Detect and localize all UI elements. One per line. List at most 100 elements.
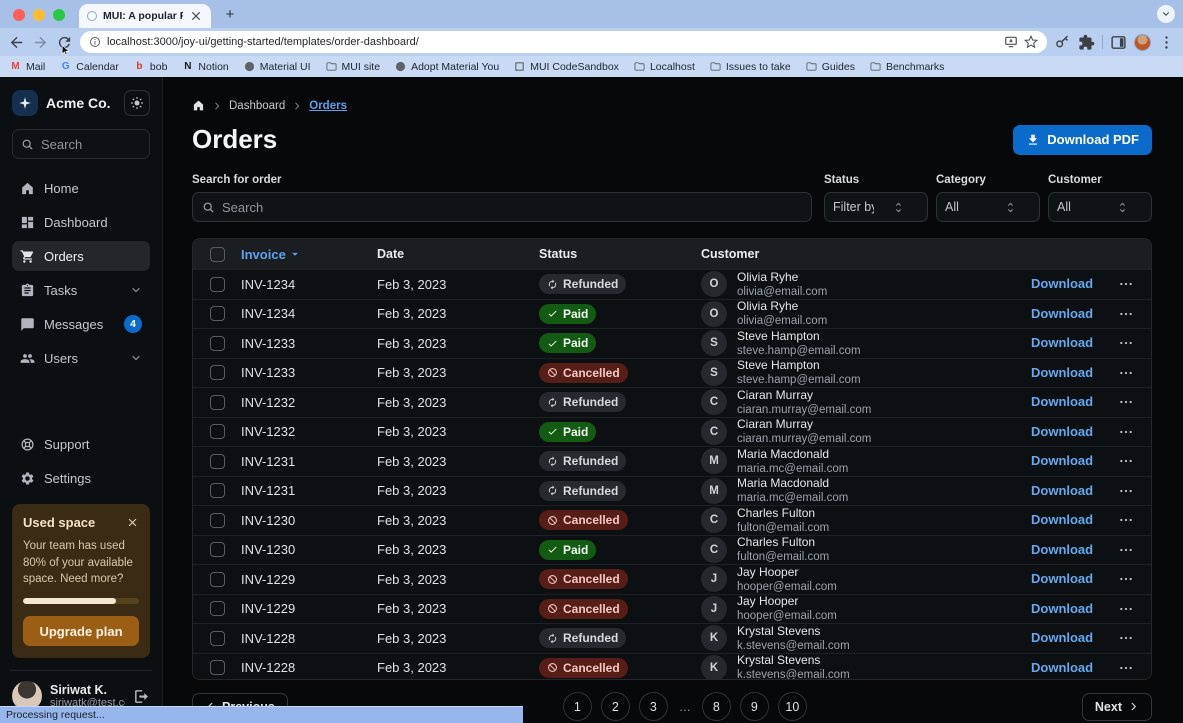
bookmark-item[interactable]: Localhost <box>634 61 695 73</box>
row-checkbox[interactable] <box>210 336 225 351</box>
page-button-1[interactable]: 1 <box>563 692 592 721</box>
tab-close-icon[interactable] <box>189 9 203 23</box>
column-header-invoice[interactable]: Invoice <box>241 247 377 262</box>
row-checkbox[interactable] <box>210 365 225 380</box>
download-link[interactable]: Download <box>1031 512 1093 527</box>
page-button-10[interactable]: 10 <box>778 692 807 721</box>
select-all-checkbox[interactable] <box>210 247 225 262</box>
download-link[interactable]: Download <box>1031 335 1093 350</box>
row-menu-icon[interactable] <box>1115 627 1137 649</box>
row-menu-icon[interactable] <box>1115 421 1137 443</box>
forward-button[interactable] <box>32 34 49 51</box>
logout-icon[interactable] <box>133 688 150 705</box>
maximize-window-button[interactable] <box>53 9 65 21</box>
row-checkbox[interactable] <box>210 395 225 410</box>
bookmark-item[interactable]: MUI site <box>326 61 381 73</box>
sidebar-item-dashboard[interactable]: Dashboard <box>12 207 150 237</box>
download-link[interactable]: Download <box>1031 365 1093 380</box>
row-menu-icon[interactable] <box>1115 598 1137 620</box>
browser-menu-icon[interactable] <box>1158 34 1175 51</box>
row-checkbox[interactable] <box>210 306 225 321</box>
sidebar-item-tasks[interactable]: Tasks <box>12 275 150 305</box>
breadcrumb-dashboard[interactable]: Dashboard <box>229 100 285 112</box>
minimize-window-button[interactable] <box>33 9 45 21</box>
download-link[interactable]: Download <box>1031 306 1093 321</box>
bookmark-item[interactable]: Material UI <box>244 61 311 73</box>
next-page-button[interactable]: Next <box>1082 693 1152 721</box>
row-checkbox[interactable] <box>210 424 225 439</box>
download-link[interactable]: Download <box>1031 483 1093 498</box>
reload-button[interactable] <box>56 34 73 51</box>
browser-profile-avatar[interactable] <box>1134 34 1151 51</box>
bookmark-item[interactable]: Guides <box>806 61 855 73</box>
download-link[interactable]: Download <box>1031 453 1093 468</box>
row-menu-icon[interactable] <box>1115 273 1137 295</box>
sidebar-item-home[interactable]: Home <box>12 173 150 203</box>
row-menu-icon[interactable] <box>1115 568 1137 590</box>
new-tab-button[interactable]: + <box>219 3 241 25</box>
install-app-icon[interactable] <box>1004 35 1018 49</box>
row-checkbox[interactable] <box>210 513 225 528</box>
row-checkbox[interactable] <box>210 660 225 675</box>
row-menu-icon[interactable] <box>1115 509 1137 531</box>
password-manager-icon[interactable] <box>1054 34 1071 51</box>
bookmark-item[interactable]: Adopt Material You <box>395 61 499 73</box>
sidebar-item-users[interactable]: Users <box>12 343 150 373</box>
row-checkbox[interactable] <box>210 631 225 646</box>
row-menu-icon[interactable] <box>1115 303 1137 325</box>
bookmark-star-icon[interactable] <box>1024 35 1038 49</box>
breadcrumb-orders[interactable]: Orders <box>309 100 347 112</box>
bookmark-item[interactable]: GCalendar <box>60 61 119 73</box>
row-checkbox[interactable] <box>210 601 225 616</box>
home-icon[interactable] <box>192 99 205 112</box>
download-link[interactable]: Download <box>1031 542 1093 557</box>
sidebar-item-support[interactable]: Support <box>12 430 150 460</box>
download-link[interactable]: Download <box>1031 394 1093 409</box>
download-link[interactable]: Download <box>1031 571 1093 586</box>
page-button-3[interactable]: 3 <box>639 692 668 721</box>
download-link[interactable]: Download <box>1031 424 1093 439</box>
page-button-9[interactable]: 9 <box>740 692 769 721</box>
sidebar-item-orders[interactable]: Orders <box>12 241 150 271</box>
row-checkbox[interactable] <box>210 454 225 469</box>
extensions-icon[interactable] <box>1078 34 1095 51</box>
row-menu-icon[interactable] <box>1115 539 1137 561</box>
sidebar-item-messages[interactable]: Messages4 <box>12 309 150 339</box>
close-icon[interactable] <box>126 516 139 529</box>
bookmark-item[interactable]: Issues to take <box>710 61 791 73</box>
sidebar-item-settings[interactable]: Settings <box>12 464 150 494</box>
status-filter-select[interactable]: Filter by status <box>824 192 928 222</box>
row-checkbox[interactable] <box>210 542 225 557</box>
row-menu-icon[interactable] <box>1115 657 1137 679</box>
bookmark-item[interactable]: bbob <box>134 61 168 73</box>
bookmark-item[interactable]: Benchmarks <box>870 61 944 73</box>
row-menu-icon[interactable] <box>1115 362 1137 384</box>
row-menu-icon[interactable] <box>1115 332 1137 354</box>
download-link[interactable]: Download <box>1031 630 1093 645</box>
download-link[interactable]: Download <box>1031 601 1093 616</box>
row-checkbox[interactable] <box>210 277 225 292</box>
order-search-input[interactable]: Search <box>192 192 812 222</box>
site-info-icon[interactable] <box>89 36 101 48</box>
theme-toggle-button[interactable] <box>124 90 150 116</box>
customer-filter-select[interactable]: All <box>1048 192 1152 222</box>
bookmark-item[interactable]: MMail <box>10 61 45 73</box>
row-menu-icon[interactable] <box>1115 450 1137 472</box>
category-filter-select[interactable]: All <box>936 192 1040 222</box>
url-bar[interactable]: localhost:3000/joy-ui/getting-started/te… <box>80 31 1047 53</box>
tab-search-chevron-icon[interactable] <box>1157 5 1175 23</box>
page-button-8[interactable]: 8 <box>702 692 731 721</box>
upgrade-plan-button[interactable]: Upgrade plan <box>23 616 139 646</box>
download-link[interactable]: Download <box>1031 660 1093 675</box>
close-window-button[interactable] <box>13 9 25 21</box>
row-checkbox[interactable] <box>210 483 225 498</box>
bookmark-item[interactable]: MUI CodeSandbox <box>514 61 619 73</box>
row-menu-icon[interactable] <box>1115 391 1137 413</box>
sidebar-search-input[interactable]: Search <box>12 129 150 159</box>
back-button[interactable] <box>8 34 25 51</box>
download-link[interactable]: Download <box>1031 276 1093 291</box>
bookmark-item[interactable]: NNotion <box>182 61 228 73</box>
row-menu-icon[interactable] <box>1115 480 1137 502</box>
download-pdf-button[interactable]: Download PDF <box>1013 125 1152 155</box>
browser-tab[interactable]: MUI: A popular React UI fram <box>79 4 211 28</box>
